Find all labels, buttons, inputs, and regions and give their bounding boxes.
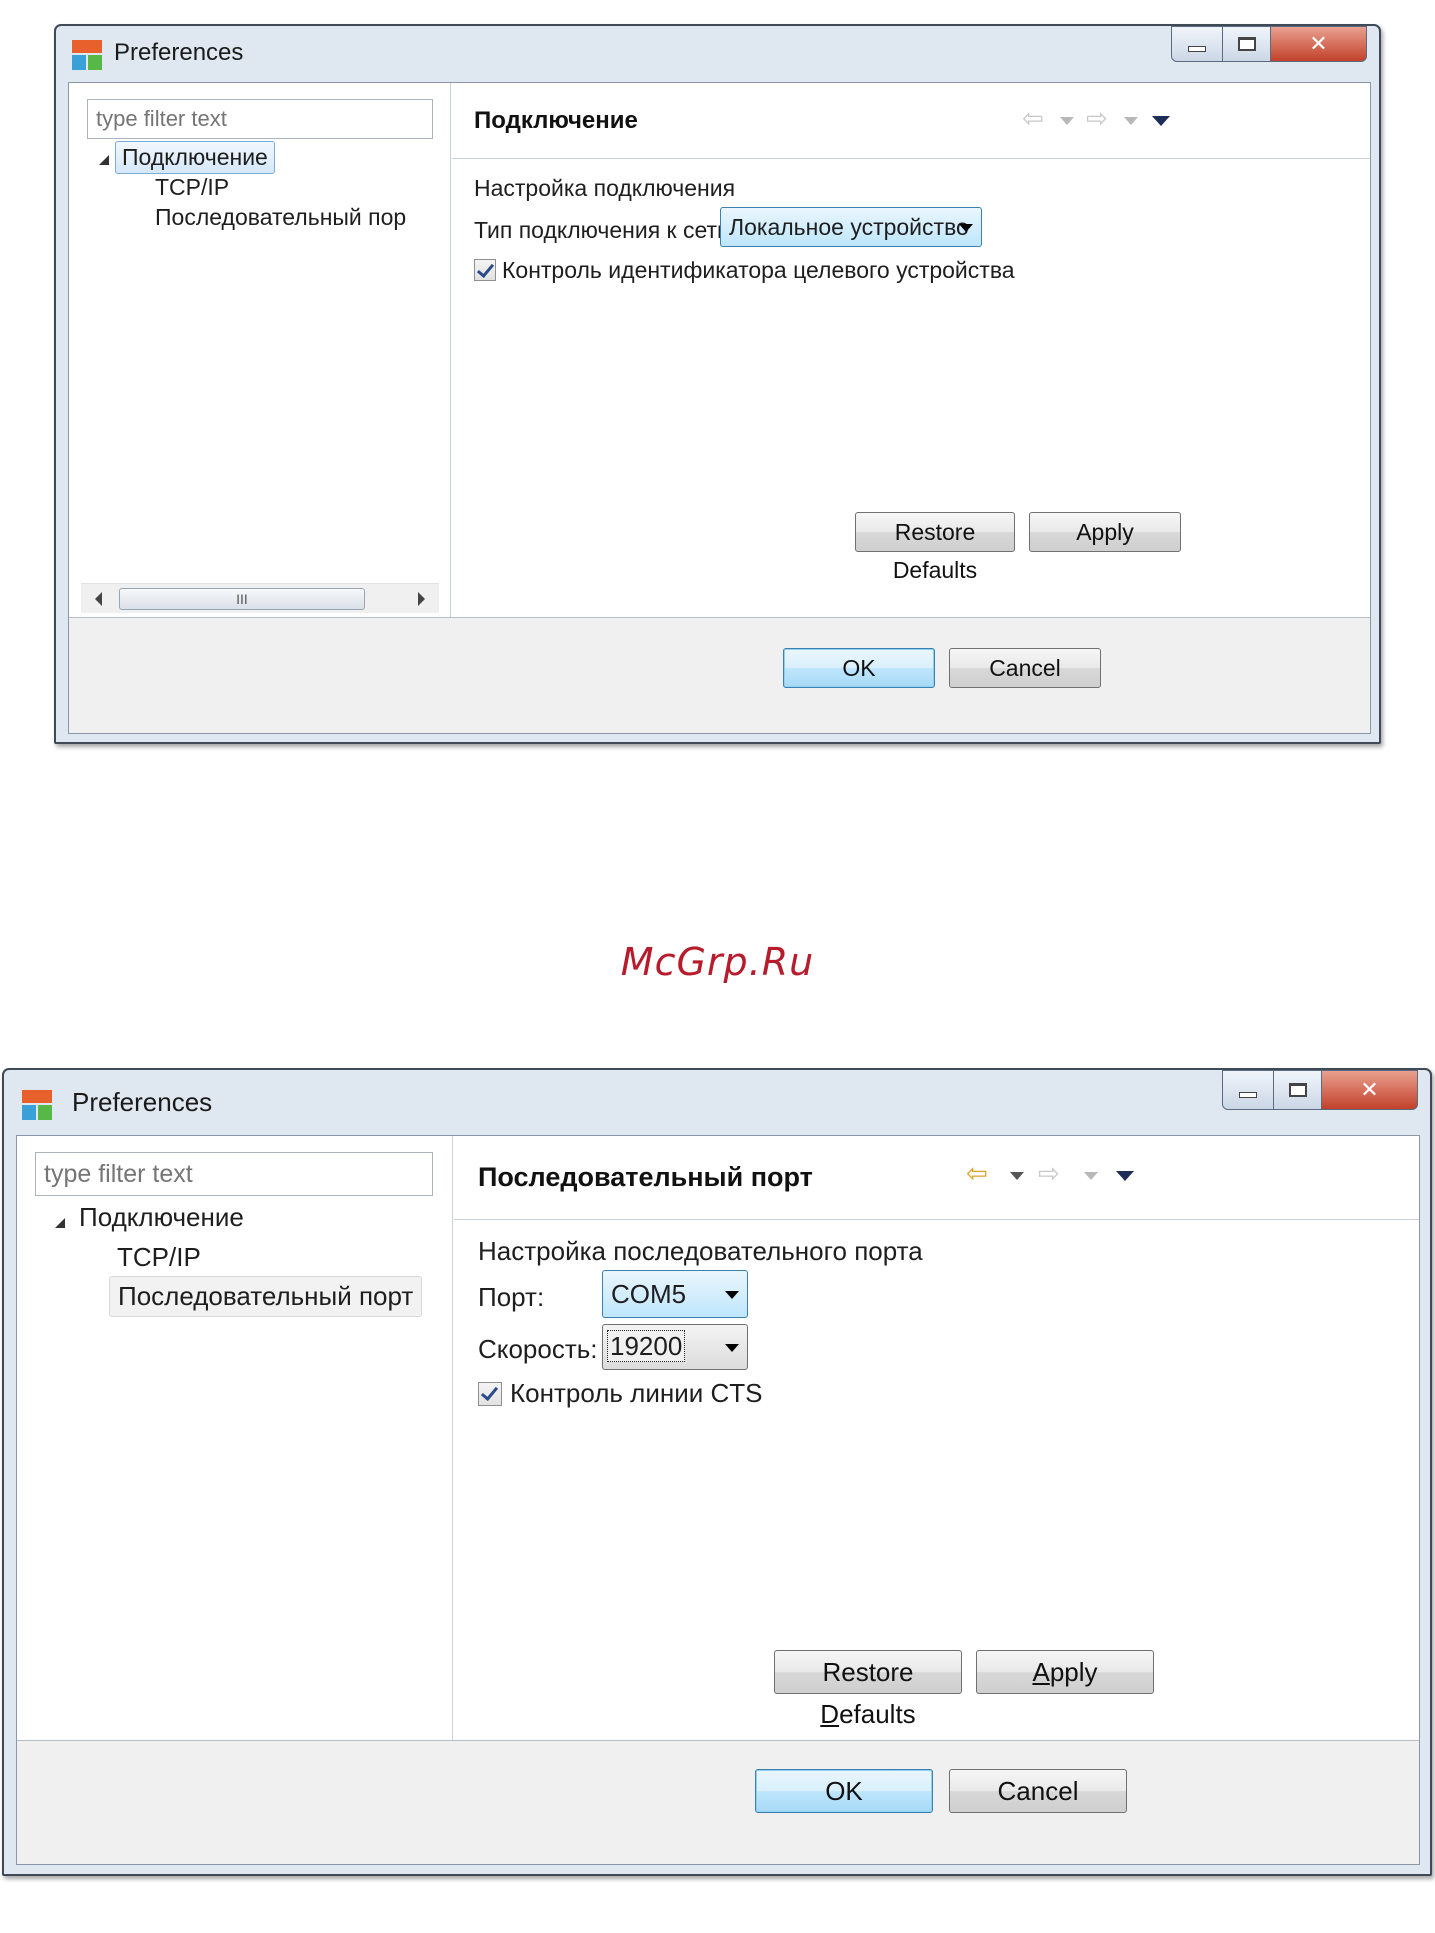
restore-defaults-button[interactable]: Restore Defaults <box>855 512 1015 583</box>
maximize-button[interactable] <box>1223 26 1271 62</box>
ok-button[interactable]: OK <box>783 648 935 688</box>
maximize-icon <box>1288 1083 1307 1097</box>
network-type-label: Тип подключения к сети <box>474 217 730 243</box>
tree-item-tcpip[interactable]: TCP/IP <box>155 174 229 201</box>
window-controls: ✕ <box>1222 1070 1418 1110</box>
preferences-window-connection: Preferences ✕ Подключение TCP/IP Последо… <box>54 24 1381 744</box>
network-type-value: Локальное устройство <box>729 214 969 240</box>
app-icon <box>22 1090 52 1120</box>
tree-item-clip: Последовательный пор <box>155 204 437 238</box>
restore-defaults-label-rest: efaults <box>839 1699 916 1729</box>
filter-input[interactable] <box>35 1152 433 1196</box>
dialog-button-bar: OK Cancel <box>69 617 1370 733</box>
apply-mnemonic: A <box>1032 1657 1050 1687</box>
port-label: Порт: <box>478 1282 545 1312</box>
tree-item-connection[interactable]: Подключение <box>115 141 275 174</box>
back-history-dropdown-icon[interactable] <box>1060 117 1074 125</box>
close-button[interactable]: ✕ <box>1271 26 1367 62</box>
maximize-button[interactable] <box>1274 1070 1322 1110</box>
tree-item-serial-port[interactable]: Последовательный пор <box>155 204 406 231</box>
preference-page: Подключение ⇦ ⇨ Настройка подключения Ти… <box>452 83 1370 619</box>
filter-input[interactable] <box>87 99 433 139</box>
speed-label: Скорость: <box>478 1334 598 1364</box>
scroll-thumb[interactable]: III <box>119 588 365 610</box>
restore-defaults-button[interactable]: Restore Defaults <box>774 1650 962 1729</box>
port-combo[interactable]: COM5 <box>602 1270 748 1318</box>
dialog-button-bar: OK Cancel <box>17 1740 1419 1864</box>
chevron-down-icon <box>959 224 973 232</box>
page-header: Подключение ⇦ ⇨ <box>452 83 1370 159</box>
back-arrow-icon[interactable]: ⇦ <box>1022 105 1044 131</box>
forward-history-dropdown-icon[interactable] <box>1084 1172 1098 1180</box>
view-menu-icon[interactable] <box>1152 116 1170 126</box>
minimize-button[interactable] <box>1222 1070 1274 1110</box>
network-type-combo[interactable]: Локальное устройство <box>720 207 982 247</box>
app-icon <box>72 40 102 70</box>
cts-checkbox[interactable] <box>478 1382 502 1406</box>
tree-expand-icon[interactable] <box>99 155 109 165</box>
target-id-checkbox-label[interactable]: Контроль идентификатора целевого устройс… <box>502 257 1015 284</box>
apply-button[interactable]: Apply <box>1029 512 1181 552</box>
apply-label-rest: pply <box>1049 1657 1098 1687</box>
forward-arrow-icon[interactable]: ⇨ <box>1038 1160 1060 1186</box>
preference-tree-pane: Подключение TCP/IP Последовательный порт <box>17 1136 453 1742</box>
preference-page: Последовательный порт ⇦ ⇨ Настройка посл… <box>454 1136 1419 1742</box>
close-icon: ✕ <box>1360 1077 1379 1102</box>
section-label: Настройка подключения <box>474 175 736 201</box>
cancel-button[interactable]: Cancel <box>949 648 1101 688</box>
back-arrow-icon[interactable]: ⇦ <box>966 1160 988 1186</box>
chevron-down-icon <box>725 1344 739 1352</box>
view-menu-icon[interactable] <box>1116 1171 1134 1181</box>
page-header: Последовательный порт ⇦ ⇨ <box>454 1136 1419 1220</box>
minimize-icon <box>1188 46 1206 52</box>
apply-button[interactable]: Apply <box>976 1650 1154 1694</box>
page-title: Подключение <box>474 107 638 134</box>
maximize-icon <box>1237 37 1256 51</box>
scroll-left-icon[interactable] <box>95 592 102 606</box>
dialog-client: Подключение TCP/IP Последовательный порт… <box>16 1135 1420 1865</box>
minimize-button[interactable] <box>1171 26 1223 62</box>
window-controls: ✕ <box>1171 26 1367 62</box>
cts-checkbox-label[interactable]: Контроль линии CTS <box>510 1378 762 1409</box>
target-id-checkbox[interactable] <box>474 259 496 281</box>
window-title: Preferences <box>114 39 244 66</box>
tree-item-connection[interactable]: Подключение <box>79 1202 244 1233</box>
speed-value: 19200 <box>607 1330 686 1362</box>
tree-expand-icon[interactable] <box>55 1218 65 1228</box>
close-icon: ✕ <box>1309 31 1328 56</box>
title-bar[interactable]: Preferences ✕ <box>56 26 1379 82</box>
restore-defaults-label-part: Restore <box>822 1657 914 1687</box>
tree-item-tcpip[interactable]: TCP/IP <box>117 1242 201 1273</box>
port-value: COM5 <box>611 1279 687 1309</box>
ok-button[interactable]: OK <box>755 1769 933 1813</box>
restore-defaults-mnemonic: D <box>820 1699 840 1729</box>
scroll-right-icon[interactable] <box>418 592 425 606</box>
preferences-window-serial-port: Preferences ✕ Подключение TCP/IP Последо… <box>2 1068 1432 1876</box>
title-bar[interactable]: Preferences ✕ <box>4 1070 1430 1135</box>
forward-arrow-icon[interactable]: ⇨ <box>1086 105 1108 131</box>
tree-item-serial-port[interactable]: Последовательный порт <box>109 1276 423 1317</box>
watermark-text: McGrp.Ru <box>620 940 815 984</box>
minimize-icon <box>1239 1092 1257 1098</box>
close-button[interactable]: ✕ <box>1322 1070 1418 1110</box>
dialog-client: Подключение TCP/IP Последовательный пор … <box>68 82 1371 734</box>
back-history-dropdown-icon[interactable] <box>1010 1172 1024 1180</box>
cancel-button[interactable]: Cancel <box>949 1769 1127 1813</box>
page-title: Последовательный порт <box>478 1162 813 1192</box>
horizontal-scrollbar[interactable]: III <box>81 583 439 613</box>
preference-tree-pane: Подключение TCP/IP Последовательный пор … <box>69 83 451 619</box>
window-title: Preferences <box>72 1087 213 1117</box>
section-label: Настройка последовательного порта <box>478 1236 923 1266</box>
chevron-down-icon <box>725 1291 739 1299</box>
speed-combo[interactable]: 19200 <box>602 1324 748 1370</box>
forward-history-dropdown-icon[interactable] <box>1124 117 1138 125</box>
